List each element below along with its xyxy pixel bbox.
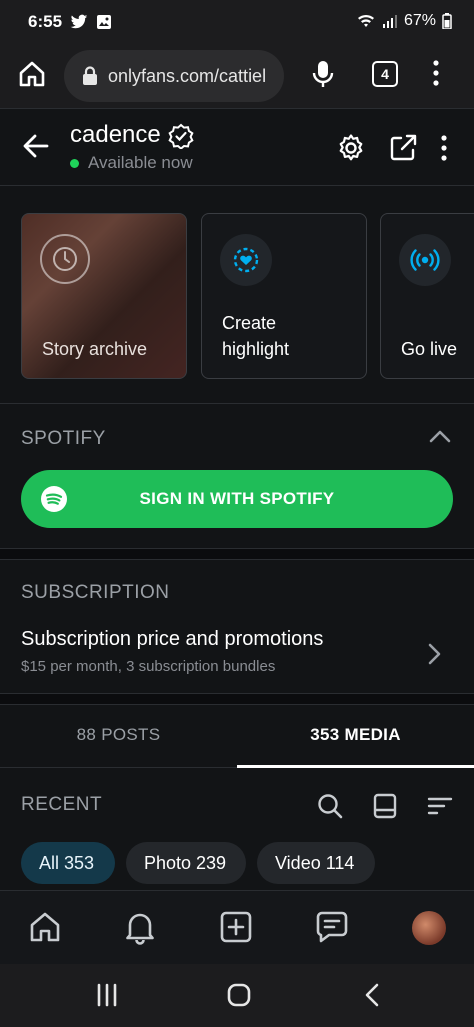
nav-home-icon[interactable] <box>27 909 63 945</box>
signal-icon <box>382 15 397 28</box>
microphone-icon[interactable] <box>310 58 336 90</box>
gear-icon[interactable] <box>336 133 366 163</box>
recent-apps-icon[interactable] <box>94 982 120 1008</box>
profile-header: cadence Available now <box>0 108 474 186</box>
section-divider <box>0 548 474 560</box>
highlight-icon <box>220 234 272 286</box>
address-bar[interactable]: onlyfans.com/cattiel <box>64 50 284 102</box>
overflow-menu-icon[interactable] <box>428 58 444 88</box>
stories-row: Story archive Create highlight Go live <box>0 185 474 403</box>
online-dot <box>70 158 79 168</box>
create-highlight-line2: highlight <box>222 339 290 359</box>
chevron-up-icon[interactable] <box>428 428 452 444</box>
nav-messages-icon[interactable] <box>314 909 350 945</box>
status-time: 6:55 <box>28 12 63 31</box>
share-icon[interactable] <box>388 133 418 163</box>
tab-posts[interactable]: 88 POSTS <box>0 705 237 767</box>
search-icon[interactable] <box>316 792 344 820</box>
profile-name: cadence <box>70 121 161 148</box>
home-button-icon[interactable] <box>226 982 252 1008</box>
go-live-label: Go live <box>401 339 458 359</box>
broadcast-icon <box>399 234 451 286</box>
create-highlight-card[interactable]: Create highlight <box>201 213 367 379</box>
story-archive-card[interactable]: Story archive <box>21 213 187 379</box>
screen: 6:55 67% onlyfans.com/cattiel 4 cadence … <box>0 0 474 1027</box>
wifi-icon <box>357 14 374 27</box>
verified-icon <box>168 123 194 149</box>
subscription-title: SUBSCRIPTION <box>21 582 170 603</box>
nav-add-post-icon[interactable] <box>218 909 254 945</box>
twitter-icon <box>70 14 88 29</box>
subscription-price-row[interactable]: Subscription price and promotions $15 pe… <box>0 620 474 684</box>
image-icon <box>97 15 111 29</box>
status-bar: 6:55 67% <box>0 0 474 44</box>
back-arrow-icon[interactable] <box>22 133 50 159</box>
spotify-section: SPOTIFY SIGN IN WITH SPOTIFY <box>0 403 474 549</box>
recent-section: RECENT All 353 Photo 239 Video 114 <box>0 768 474 890</box>
spotify-button-label: SIGN IN WITH SPOTIFY <box>139 489 335 508</box>
section-divider <box>0 693 474 705</box>
sort-icon[interactable] <box>426 792 454 820</box>
tab-media-label: 353 MEDIA <box>310 725 401 744</box>
tab-media[interactable]: 353 MEDIA <box>237 705 474 768</box>
lock-icon <box>83 66 97 85</box>
filter-chip-photo[interactable]: Photo 239 <box>126 842 246 884</box>
home-icon[interactable] <box>16 58 48 90</box>
more-options-icon[interactable] <box>436 133 452 163</box>
nav-profile-avatar[interactable] <box>412 911 446 945</box>
battery-percent: 67% <box>403 12 436 29</box>
sign-in-spotify-button[interactable]: SIGN IN WITH SPOTIFY <box>21 470 453 528</box>
availability-status: Available now <box>70 153 193 173</box>
create-highlight-line1: Create <box>222 313 277 333</box>
system-navigation-bar <box>0 964 474 1027</box>
battery-icon <box>442 13 452 29</box>
notification-icons <box>70 14 112 30</box>
tab-count-button[interactable]: 4 <box>372 61 398 87</box>
content-tabs: 88 POSTS 353 MEDIA <box>0 705 474 768</box>
nav-notifications-icon[interactable] <box>122 909 158 945</box>
filter-chip-all[interactable]: All 353 <box>21 842 115 884</box>
story-archive-label: Story archive <box>42 339 148 359</box>
url-text: onlyfans.com/cattiel <box>108 65 267 86</box>
filter-chip-video[interactable]: Video 114 <box>257 842 375 884</box>
chevron-right-icon <box>428 643 441 665</box>
availability-text: Available now <box>88 153 193 172</box>
status-right: 67% <box>356 12 452 30</box>
spotify-title: SPOTIFY <box>21 428 106 449</box>
clock-icon <box>40 234 90 284</box>
list-view-icon[interactable] <box>372 792 398 820</box>
subscription-row-title: Subscription price and promotions <box>21 628 324 650</box>
app-bottom-nav <box>0 890 474 965</box>
browser-toolbar: onlyfans.com/cattiel 4 <box>0 44 474 108</box>
go-live-card[interactable]: Go live <box>380 213 474 379</box>
back-button-icon[interactable] <box>362 982 382 1008</box>
create-highlight-label: Create highlight <box>222 310 289 362</box>
subscription-row-subtitle: $15 per month, 3 subscription bundles <box>21 658 276 675</box>
recent-title: RECENT <box>21 794 103 815</box>
subscription-section: SUBSCRIPTION Subscription price and prom… <box>0 560 474 693</box>
